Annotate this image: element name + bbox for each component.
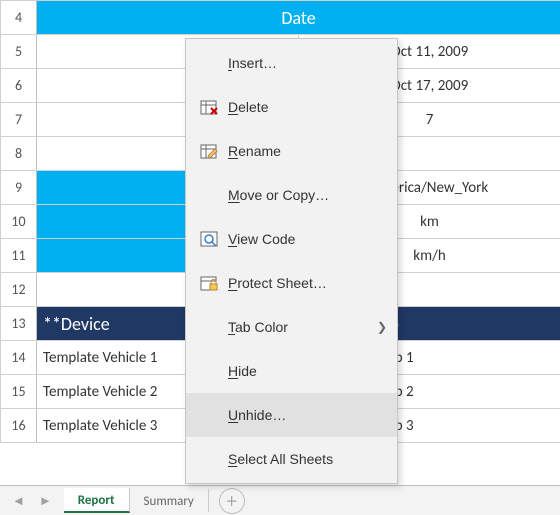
tab-summary[interactable]: Summary [130,489,209,512]
menu-label: Protect Sheet… [224,275,383,291]
menu-label: Select All Sheets [224,451,383,467]
menu-label: Move or Copy… [224,187,383,203]
row-header[interactable]: 14 [1,341,37,375]
row-header[interactable]: 16 [1,409,37,443]
submenu-arrow-icon: ❯ [377,320,387,334]
menu-move-or-copy[interactable]: Move or Copy… [186,173,397,217]
nav-prev-icon[interactable]: ◄ [12,493,25,509]
row-header[interactable]: 4 [1,1,37,35]
sheet-context-menu: Insert… Delete Rename Move or Copy… View… [185,38,398,484]
menu-unhide[interactable]: Unhide… [186,393,397,437]
sheet-tab-strip: ◄ ► Report Summary ＋ [0,485,560,515]
menu-tab-color[interactable]: Tab Color ❯ [186,305,397,349]
row-4: 4 Date [1,1,560,35]
menu-view-code[interactable]: View Code [186,217,397,261]
nav-next-icon[interactable]: ► [39,493,52,509]
row-header[interactable]: 11 [1,239,37,273]
tab-report[interactable]: Report [64,488,130,513]
menu-label: Tab Color [224,319,383,335]
row-header[interactable]: 15 [1,375,37,409]
menu-hide[interactable]: Hide [186,349,397,393]
date-header-cell[interactable]: Date [37,1,560,35]
row-header[interactable]: 7 [1,103,37,137]
menu-label: Unhide… [224,407,383,423]
row-header[interactable]: 8 [1,137,37,171]
row-header[interactable]: 6 [1,69,37,103]
menu-label: View Code [224,231,383,247]
new-sheet-button[interactable]: ＋ [219,488,245,514]
row-header[interactable]: 10 [1,205,37,239]
menu-protect-sheet[interactable]: Protect Sheet… [186,261,397,305]
protect-sheet-icon [194,274,224,292]
menu-delete[interactable]: Delete [186,85,397,129]
delete-sheet-icon [194,98,224,116]
row-header[interactable]: 13 [1,307,37,341]
menu-insert[interactable]: Insert… [186,41,397,85]
menu-label: Delete [224,99,383,115]
row-header[interactable]: 12 [1,273,37,307]
menu-label: Hide [224,363,383,379]
menu-label: Rename [224,143,383,159]
menu-rename[interactable]: Rename [186,129,397,173]
row-header[interactable]: 5 [1,35,37,69]
view-code-icon [194,230,224,248]
menu-select-all-sheets[interactable]: Select All Sheets [186,437,397,481]
plus-icon: ＋ [225,491,238,510]
row-header[interactable]: 9 [1,171,37,205]
menu-label: Insert… [224,55,383,71]
rename-sheet-icon [194,142,224,160]
